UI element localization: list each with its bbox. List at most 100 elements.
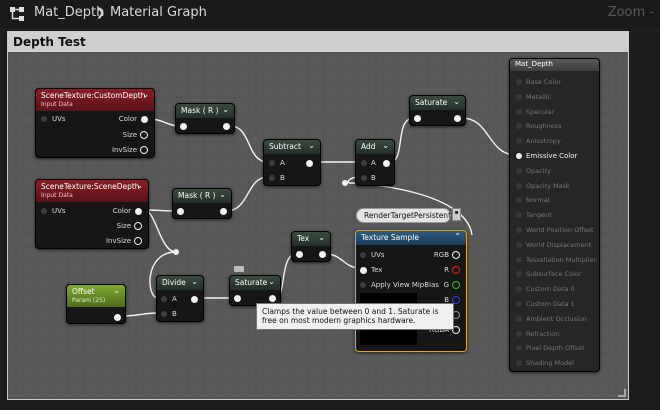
input-pin-uvs[interactable] [360, 252, 366, 258]
output-pin-color[interactable] [141, 116, 148, 123]
input-pin-b[interactable] [361, 175, 367, 181]
output-pin-r[interactable] [452, 266, 460, 274]
input-pin-roughness[interactable] [516, 123, 522, 130]
input-pin-uvs[interactable] [41, 208, 47, 214]
input-pin-pixel-depth-offset[interactable] [516, 345, 522, 352]
input-pin-shading-model[interactable] [516, 360, 522, 367]
input-pin-a[interactable] [161, 296, 167, 302]
node-mask-r-1[interactable]: Mask ( R ) ⌄ [175, 103, 235, 134]
chevron-down-icon[interactable]: ⌄ [268, 277, 275, 286]
node-subtract[interactable]: Subtract ⌄ A B [263, 139, 321, 186]
output-pin-color[interactable] [135, 208, 142, 215]
reroute-node[interactable] [173, 249, 179, 255]
node-saturate-1[interactable]: Saturate ⌄ [409, 95, 466, 126]
breadcrumb-graph[interactable]: Material Graph [110, 5, 207, 20]
node-header[interactable]: Divide ⌄ [157, 276, 203, 290]
node-header[interactable]: Tex ⌄ [292, 232, 330, 246]
chevron-down-icon[interactable]: ⌄ [308, 141, 315, 150]
input-pin-a[interactable] [361, 160, 367, 166]
render-target-toggle-button[interactable]: ▪ [452, 208, 461, 221]
input-pin[interactable] [234, 295, 241, 302]
input-pin-world-displacement[interactable] [516, 241, 522, 248]
output-pin[interactable] [383, 160, 390, 167]
input-pin-apply-view-mipbias[interactable] [360, 282, 366, 288]
output-pin[interactable] [454, 115, 461, 122]
output-pin[interactable] [191, 296, 198, 303]
input-pin-normal[interactable] [516, 197, 522, 204]
input-pin-base-color[interactable] [516, 79, 522, 85]
input-pin-opacity-mask[interactable] [516, 182, 522, 189]
input-pin-opacity[interactable] [516, 167, 522, 174]
input-pin-tangent[interactable] [516, 212, 522, 219]
input-pin-uvs[interactable] [41, 116, 47, 122]
output-pin-invsize[interactable] [140, 146, 148, 154]
node-tex[interactable]: Tex ⌄ [291, 231, 331, 262]
output-pin-invsize[interactable] [134, 237, 142, 245]
input-pin-anisotropy[interactable] [516, 138, 522, 145]
node-header[interactable]: Saturate ⌄ [410, 96, 465, 110]
node-header[interactable]: Saturate ⌄ [230, 276, 280, 290]
chevron-down-icon[interactable]: ⌄ [382, 141, 389, 150]
input-pin-world-position-offset[interactable] [516, 227, 522, 233]
node-header[interactable]: Mask ( R ) ⌄ [176, 104, 234, 118]
output-pin[interactable] [223, 123, 230, 130]
comment-title[interactable]: Depth Test [8, 32, 628, 52]
input-pin-ambient-occlusion[interactable] [516, 315, 522, 322]
input-pin-a[interactable] [269, 160, 275, 166]
chevron-down-icon[interactable]: ⌄ [453, 97, 460, 106]
output-pin-rgb[interactable] [452, 251, 460, 259]
chevron-up-icon[interactable]: ⌃ [454, 232, 461, 241]
input-pin-b[interactable] [269, 175, 275, 181]
output-pin[interactable] [269, 295, 276, 302]
output-pin-size[interactable] [140, 131, 148, 139]
node-scenetexture-scenedepth[interactable]: SceneTexture:SceneDepth Input Data ⌄ UVs C… [35, 179, 149, 249]
output-pin-size[interactable] [134, 222, 142, 230]
node-header[interactable]: Add ⌄ [356, 140, 394, 154]
node-offset-param[interactable]: Offset Param (25) ⌄ [66, 284, 126, 324]
chevron-down-icon[interactable]: ⌄ [191, 277, 198, 286]
input-pin-custom-data-0[interactable] [516, 286, 522, 293]
reroute-node-2[interactable] [342, 180, 348, 186]
node-saturate-2[interactable]: Saturate ⌄ [229, 275, 281, 306]
output-pin[interactable] [319, 251, 326, 258]
node-header[interactable]: Mat_Depth [510, 59, 599, 71]
render-target-persistent-label[interactable]: RenderTargetPersistent [356, 208, 451, 223]
input-pin-b[interactable] [161, 311, 167, 317]
node-material-result[interactable]: Mat_Depth Base Color Metallic Specular Roug… [509, 58, 600, 372]
comment-resize-handle[interactable] [618, 389, 626, 397]
breadcrumb-asset[interactable]: Mat_Depth [34, 5, 104, 20]
input-pin-specular[interactable] [516, 108, 522, 115]
input-pin-custom-data-1[interactable] [516, 301, 522, 307]
chevron-down-icon[interactable]: ⌄ [136, 181, 143, 190]
output-pin-g[interactable] [452, 281, 460, 289]
node-header[interactable]: Mask ( R ) ⌄ [173, 189, 231, 203]
chevron-down-icon[interactable]: ⌄ [222, 105, 229, 114]
input-pin-tessellation-multiplier[interactable] [516, 256, 522, 263]
input-pin-emissive-color[interactable] [516, 153, 522, 159]
comment-bubble-icon[interactable] [234, 266, 244, 272]
node-divide[interactable]: Divide ⌄ A B [156, 275, 204, 322]
output-pin[interactable] [114, 314, 121, 321]
node-header[interactable]: Subtract ⌄ [264, 140, 320, 154]
input-pin-metallic[interactable] [516, 93, 522, 100]
node-texture-sample[interactable]: Texture Sample ⌃ UVs Tex Apply View MipBi… [355, 230, 467, 352]
input-pin[interactable] [180, 123, 187, 130]
chevron-down-icon[interactable]: ⌄ [113, 286, 120, 295]
input-pin[interactable] [414, 115, 421, 122]
node-header[interactable]: Offset Param (25) ⌄ [67, 285, 125, 307]
node-header[interactable]: SceneTexture:SceneDepth Input Data ⌄ [36, 180, 148, 202]
input-pin-tex[interactable] [360, 267, 367, 274]
input-pin[interactable] [296, 251, 303, 258]
chevron-down-icon[interactable]: ⌄ [318, 233, 325, 242]
node-header[interactable]: SceneTexture:CustomDepth Input Data ⌄ [36, 89, 154, 111]
output-pin[interactable] [306, 160, 313, 167]
input-pin-subsurface-color[interactable] [516, 271, 522, 278]
node-mask-r-2[interactable]: Mask ( R ) ⌄ [172, 188, 232, 219]
input-pin[interactable] [177, 208, 184, 215]
node-scenetexture-customdepth[interactable]: SceneTexture:CustomDepth Input Data ⌄ UVs … [35, 88, 155, 158]
chevron-down-icon[interactable]: ⌄ [219, 190, 226, 199]
input-pin-refraction[interactable] [516, 330, 522, 337]
node-header[interactable]: Texture Sample ⌃ [356, 231, 466, 245]
chevron-down-icon[interactable]: ⌄ [142, 90, 149, 99]
node-add[interactable]: Add ⌄ A B [355, 139, 395, 186]
